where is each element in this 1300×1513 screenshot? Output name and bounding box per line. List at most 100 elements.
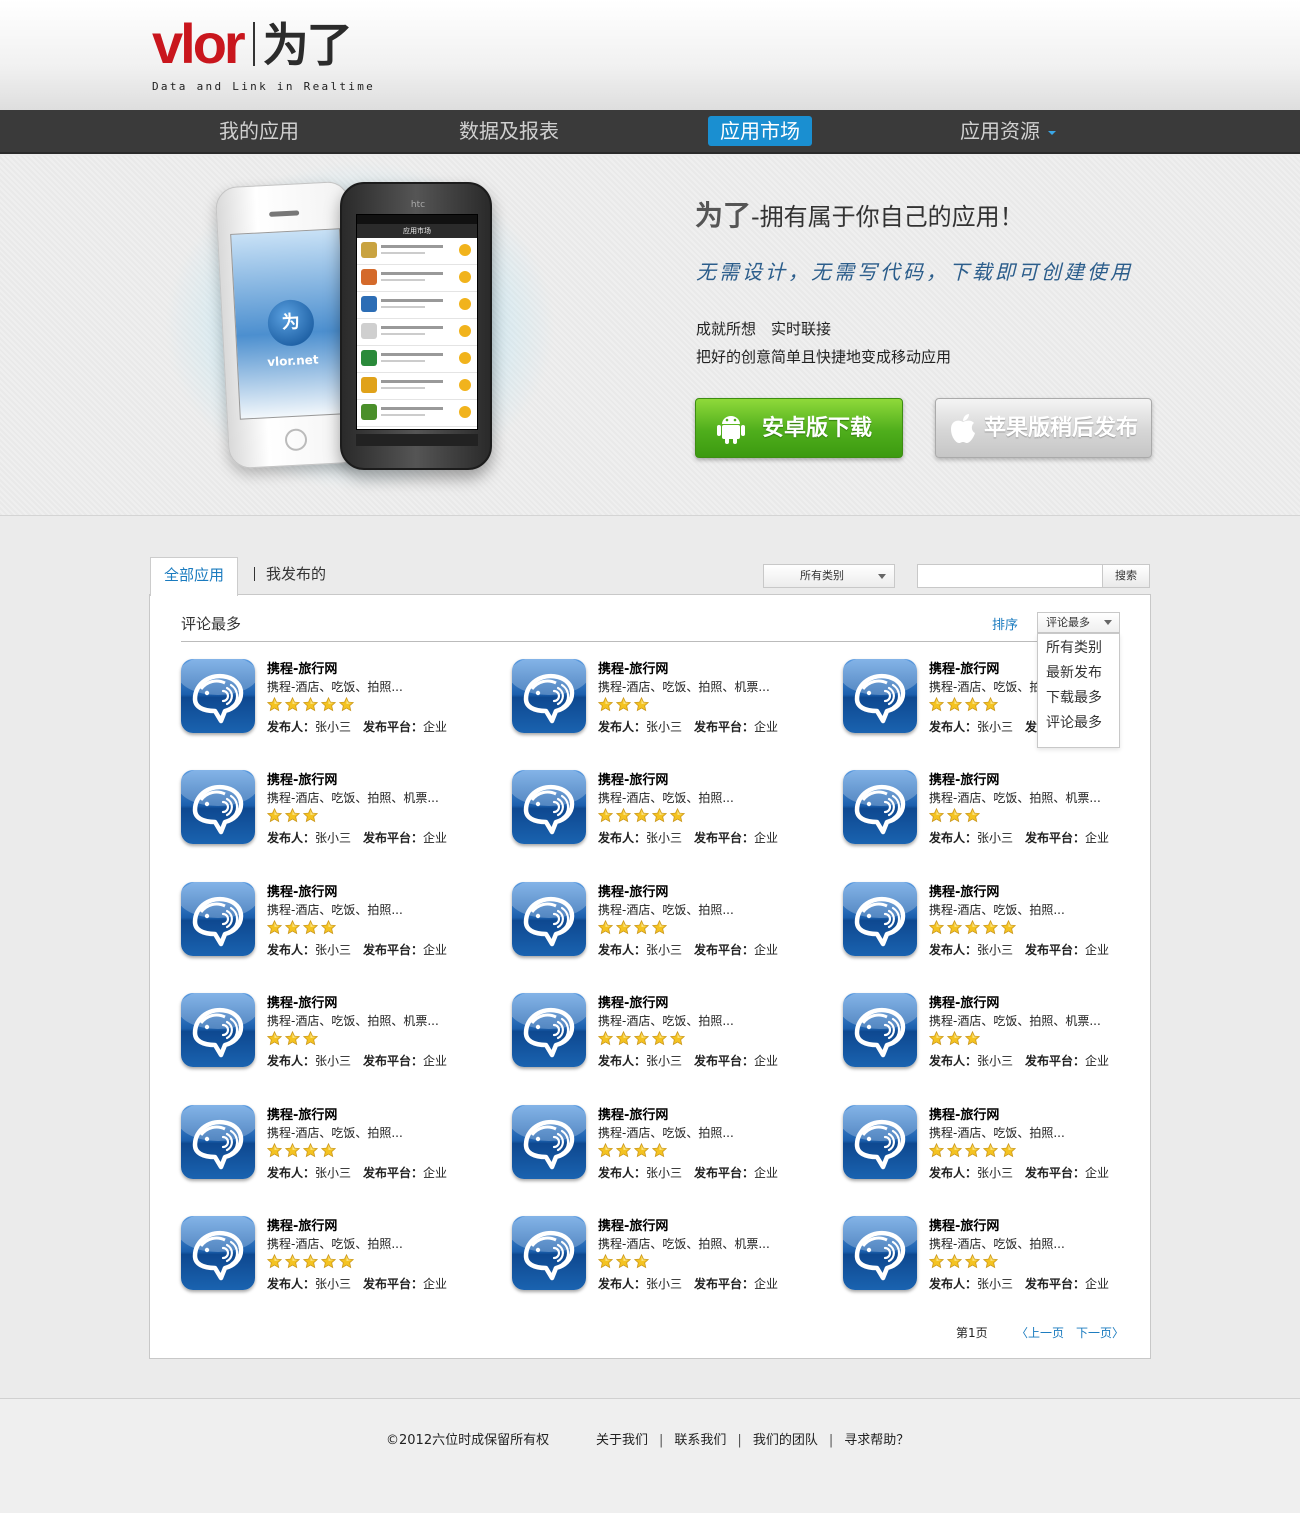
star-icon	[983, 920, 998, 935]
site-logo[interactable]: vlor 为了 Data and Link in Realtime	[152, 14, 382, 98]
dolphin-icon[interactable]	[181, 882, 255, 956]
star-icon	[965, 1143, 980, 1158]
nav-item-my-apps[interactable]: 我的应用	[207, 116, 311, 146]
dolphin-icon[interactable]	[843, 770, 917, 844]
pager-next-link[interactable]: 下一页〉	[1076, 1324, 1124, 1341]
pager-prev-link[interactable]: 〈上一页	[1016, 1324, 1064, 1341]
dolphin-icon[interactable]	[512, 1216, 586, 1290]
search-button[interactable]: 搜索	[1102, 564, 1150, 588]
apple-coming-soon-button[interactable]: 苹果版稍后发布	[935, 398, 1152, 458]
app-card[interactable]: 携程-旅行网 携程-酒店、吃饭、拍照、机票... 发布人：张小三 发布平台：企业	[181, 991, 481, 1081]
publisher-name: 张小三	[315, 1166, 352, 1180]
dolphin-icon[interactable]	[843, 882, 917, 956]
app-name[interactable]: 携程-旅行网	[267, 1104, 337, 1123]
category-select[interactable]: 所有类别	[763, 564, 895, 588]
iphone-speaker	[269, 210, 300, 217]
app-rating	[267, 808, 321, 824]
platform-value: 企业	[1085, 943, 1110, 957]
dolphin-icon[interactable]	[843, 1105, 917, 1179]
dolphin-icon[interactable]	[512, 882, 586, 956]
star-icon	[634, 920, 649, 935]
app-name[interactable]: 携程-旅行网	[598, 1215, 668, 1234]
star-icon	[670, 808, 685, 823]
sort-select[interactable]: 评论最多	[1037, 612, 1120, 633]
dolphin-icon[interactable]	[843, 659, 917, 733]
nav-item-data-reports[interactable]: 数据及报表	[447, 116, 571, 146]
sort-option-newest[interactable]: 最新发布	[1038, 661, 1119, 686]
app-card[interactable]: 携程-旅行网携程-酒店、吃饭、拍照... 发布人：张小三发布平台：企业	[843, 1214, 1143, 1304]
app-card[interactable]: 携程-旅行网 携程-酒店、吃饭、拍照、机票... 发布人：张小三 发布平台：企业	[843, 991, 1143, 1081]
dolphin-icon[interactable]	[512, 993, 586, 1067]
app-name[interactable]: 携程-旅行网	[598, 881, 668, 900]
app-name[interactable]: 携程-旅行网	[598, 769, 668, 788]
dolphin-icon[interactable]	[512, 770, 586, 844]
sort-option-most-downloads[interactable]: 下载最多	[1038, 686, 1119, 711]
app-name[interactable]: 携程-旅行网	[929, 1215, 999, 1234]
dolphin-icon[interactable]	[843, 1216, 917, 1290]
app-card[interactable]: 携程-旅行网 携程-酒店、吃饭、拍照、机票... 发布人：张小三 发布平台：企业	[181, 768, 481, 858]
app-card[interactable]: 携程-旅行网携程-酒店、吃饭、拍照... 发布人：张小三发布平台：企业	[512, 991, 812, 1081]
dolphin-icon[interactable]	[843, 993, 917, 1067]
star-icon	[634, 1143, 649, 1158]
tab-my-published[interactable]: 我发布的	[266, 557, 326, 591]
dolphin-icon[interactable]	[181, 1105, 255, 1179]
search-input[interactable]	[917, 564, 1103, 588]
dolphin-icon[interactable]	[181, 1216, 255, 1290]
star-icon	[947, 920, 962, 935]
footer-link-contact[interactable]: 联系我们	[674, 1433, 726, 1448]
app-rating	[267, 1254, 357, 1270]
app-card[interactable]: 携程-旅行网携程-酒店、吃饭、拍照... 发布人：张小三发布平台：企业	[512, 768, 812, 858]
app-card[interactable]: 携程-旅行网携程-酒店、吃饭、拍照... 发布人：张小三发布平台：企业	[843, 1103, 1143, 1193]
dolphin-icon[interactable]	[181, 993, 255, 1067]
star-icon	[965, 920, 980, 935]
app-card[interactable]: 携程-旅行网携程-酒店、吃饭、拍照... 发布人：张小三发布平台：企业	[512, 1103, 812, 1193]
star-icon	[616, 808, 631, 823]
app-name[interactable]: 携程-旅行网	[598, 992, 668, 1011]
footer-link-team[interactable]: 我们的团队	[753, 1433, 818, 1448]
nav-item-app-market[interactable]: 应用市场	[708, 116, 812, 146]
sort-option-all-categories[interactable]: 所有类别	[1038, 636, 1119, 661]
star-icon	[983, 1254, 998, 1269]
android-download-button[interactable]: 安卓版下载	[695, 398, 903, 458]
app-name[interactable]: 携程-旅行网	[267, 992, 337, 1011]
phone-list-row	[357, 292, 477, 319]
publisher-label: 发布人：	[929, 1054, 978, 1068]
dolphin-icon[interactable]	[512, 659, 586, 733]
tab-all-apps[interactable]: 全部应用	[150, 557, 238, 596]
app-card[interactable]: 携程-旅行网 携程-酒店、吃饭、拍照、机票... 发布人：张小三 发布平台：企业	[512, 657, 812, 747]
app-name[interactable]: 携程-旅行网	[929, 1104, 999, 1123]
dolphin-icon[interactable]	[181, 770, 255, 844]
app-name[interactable]: 携程-旅行网	[929, 881, 999, 900]
app-card[interactable]: 携程-旅行网携程-酒店、吃饭、拍照... 发布人：张小三发布平台：企业	[843, 880, 1143, 970]
app-meta: 发布人：张小三发布平台：企业	[267, 941, 447, 958]
app-name[interactable]: 携程-旅行网	[267, 658, 337, 677]
app-name[interactable]: 携程-旅行网	[929, 658, 999, 677]
app-card[interactable]: 携程-旅行网携程-酒店、吃饭、拍照... 发布人：张小三发布平台：企业	[181, 880, 481, 970]
dolphin-icon[interactable]	[181, 659, 255, 733]
app-card[interactable]: 携程-旅行网携程-酒店、吃饭、拍照... 发布人：张小三发布平台：企业	[181, 1103, 481, 1193]
dolphin-icon[interactable]	[512, 1105, 586, 1179]
app-name[interactable]: 携程-旅行网	[929, 769, 999, 788]
app-description: 携程-酒店、吃饭、拍照...	[598, 1014, 734, 1028]
app-name[interactable]: 携程-旅行网	[267, 1215, 337, 1234]
sort-label[interactable]: 排序	[992, 614, 1018, 633]
app-name[interactable]: 携程-旅行网	[929, 992, 999, 1011]
app-name[interactable]: 携程-旅行网	[267, 769, 337, 788]
app-card[interactable]: 携程-旅行网 携程-酒店、吃饭、拍照、机票... 发布人：张小三 发布平台：企业	[843, 768, 1143, 858]
app-card[interactable]: 携程-旅行网 携程-酒店、吃饭、拍照、机票... 发布人：张小三 发布平台：企业	[512, 1214, 812, 1304]
star-icon	[285, 697, 300, 712]
app-card[interactable]: 携程-旅行网携程-酒店、吃饭、拍照... 发布人：张小三发布平台：企业	[181, 657, 481, 747]
star-icon	[616, 697, 631, 712]
star-icon	[634, 697, 649, 712]
app-card[interactable]: 携程-旅行网携程-酒店、吃饭、拍照... 发布人：张小三发布平台：企业	[512, 880, 812, 970]
app-name[interactable]: 携程-旅行网	[598, 1104, 668, 1123]
footer-link-help[interactable]: 寻求帮助？	[844, 1433, 909, 1448]
nav-item-app-resources[interactable]: 应用资源	[948, 116, 1068, 146]
iphone-url: vlor.net	[266, 352, 319, 370]
star-icon	[285, 1143, 300, 1158]
sort-option-most-comments[interactable]: 评论最多	[1038, 711, 1119, 736]
app-name[interactable]: 携程-旅行网	[598, 658, 668, 677]
footer-link-about[interactable]: 关于我们	[596, 1433, 648, 1448]
app-card[interactable]: 携程-旅行网携程-酒店、吃饭、拍照... 发布人：张小三发布平台：企业	[181, 1214, 481, 1304]
app-name[interactable]: 携程-旅行网	[267, 881, 337, 900]
